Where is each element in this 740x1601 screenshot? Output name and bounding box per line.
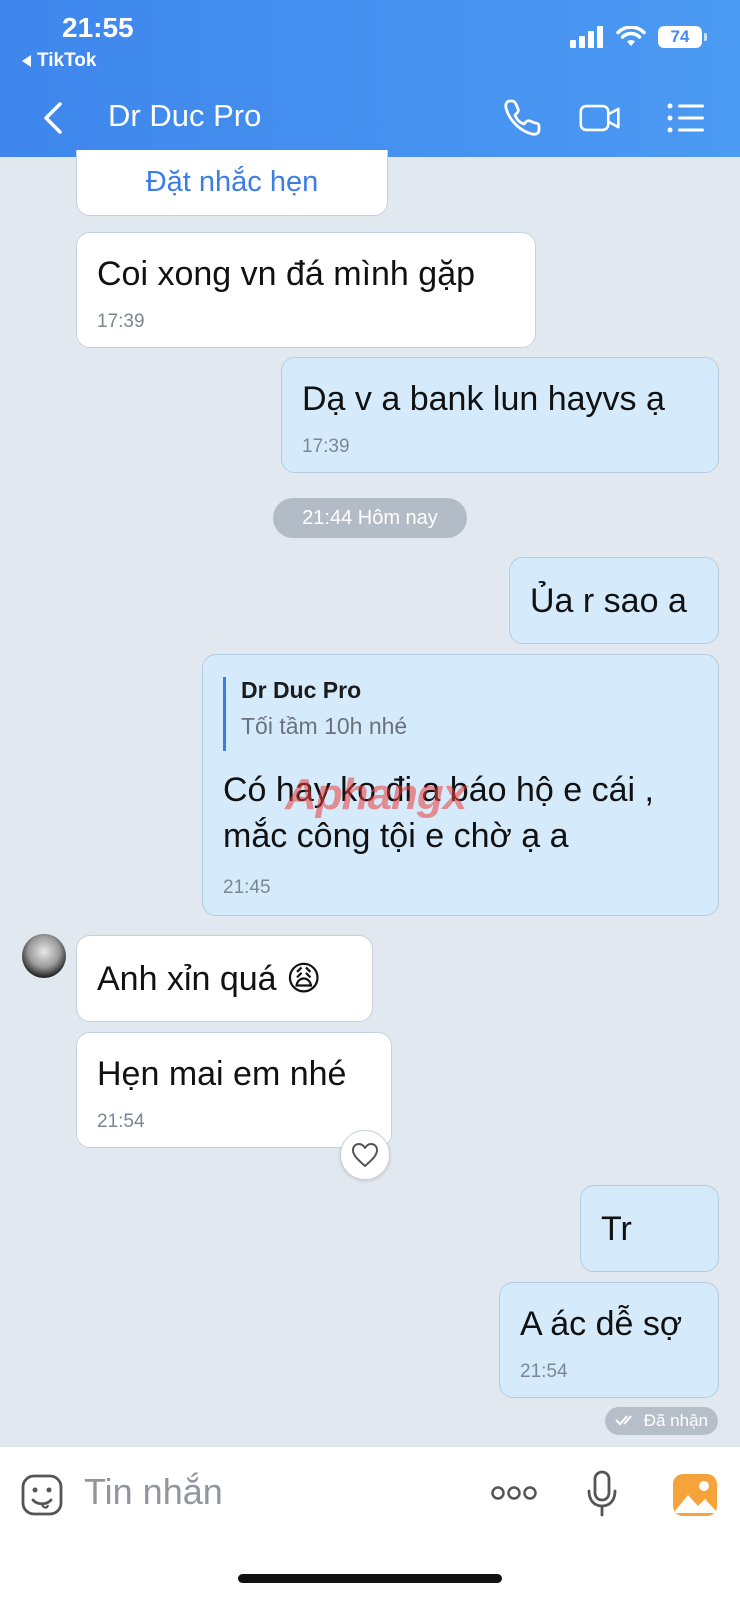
sticker-emoji-icon[interactable] bbox=[20, 1473, 64, 1517]
quote-bar bbox=[223, 677, 226, 751]
message-text: Coi xong vn đá mình gặp bbox=[97, 255, 476, 293]
message-time: 21:54 bbox=[97, 1111, 145, 1132]
menu-list-icon[interactable] bbox=[664, 96, 708, 140]
battery-indicator: 74 bbox=[658, 26, 707, 48]
message-received[interactable]: Hẹn mai em nhé 21:54 bbox=[76, 1032, 392, 1148]
message-sent[interactable]: Dạ v a bank lun hayvs ạ 17:39 bbox=[281, 357, 719, 473]
delivery-status-label: Đã nhận bbox=[643, 1411, 708, 1430]
phone-call-icon[interactable] bbox=[500, 96, 544, 140]
message-input[interactable]: Tin nhắn bbox=[84, 1471, 223, 1513]
status-time: 21:55 bbox=[62, 12, 134, 43]
message-text: Tr bbox=[601, 1210, 632, 1248]
quoted-sender: Dr Duc Pro bbox=[241, 677, 362, 703]
chat-title[interactable]: Dr Duc Pro bbox=[108, 98, 261, 134]
delivery-status-badge: Đã nhận bbox=[605, 1407, 718, 1435]
video-call-icon[interactable] bbox=[578, 96, 622, 140]
message-sent[interactable]: Ủa r sao a bbox=[509, 557, 719, 644]
wifi-icon bbox=[616, 26, 646, 46]
status-icons: 74 bbox=[570, 26, 707, 48]
chat-header: 21:55 TikTok 74 Dr Duc Pro bbox=[0, 0, 740, 157]
message-text: Anh xỉn quá 😩 bbox=[97, 960, 322, 998]
double-check-icon bbox=[615, 1415, 632, 1426]
message-text: Ủa r sao a bbox=[530, 582, 687, 620]
message-text: Hẹn mai em nhé bbox=[97, 1055, 347, 1093]
image-gallery-icon[interactable] bbox=[672, 1473, 718, 1517]
message-sent[interactable]: Tr bbox=[580, 1185, 719, 1272]
microphone-icon[interactable] bbox=[584, 1469, 620, 1519]
reminder-card: Đặt nhắc hẹn bbox=[76, 150, 388, 216]
date-divider: 21:44 Hôm nay bbox=[273, 498, 467, 538]
home-indicator bbox=[238, 1574, 502, 1583]
message-time: 21:54 bbox=[520, 1361, 568, 1382]
contact-avatar[interactable] bbox=[22, 934, 66, 978]
message-received[interactable]: Coi xong vn đá mình gặp 17:39 bbox=[76, 232, 536, 348]
message-time: 17:39 bbox=[97, 311, 145, 332]
message-received[interactable]: Anh xỉn quá 😩 bbox=[76, 935, 373, 1022]
react-heart-button[interactable] bbox=[340, 1130, 390, 1180]
back-to-app-link[interactable]: TikTok bbox=[22, 50, 96, 72]
message-text: A ác dễ sợ bbox=[520, 1305, 683, 1343]
quoted-message: Tối tầm 10h nhé bbox=[241, 713, 408, 739]
signal-icon bbox=[570, 26, 603, 48]
back-arrow-icon[interactable] bbox=[38, 100, 68, 136]
message-text: Dạ v a bank lun hayvs ạ bbox=[302, 380, 665, 418]
back-app-label: TikTok bbox=[37, 50, 97, 71]
message-time: 17:39 bbox=[302, 436, 350, 457]
message-sent[interactable]: A ác dễ sợ 21:54 bbox=[499, 1282, 719, 1398]
back-triangle-icon bbox=[22, 55, 31, 67]
watermark-logo: Aphangx bbox=[285, 770, 467, 819]
heart-icon bbox=[352, 1143, 378, 1167]
message-time: 21:45 bbox=[223, 877, 271, 898]
more-options-icon[interactable] bbox=[490, 1481, 538, 1505]
set-reminder-button[interactable]: Đặt nhắc hẹn bbox=[77, 166, 387, 199]
